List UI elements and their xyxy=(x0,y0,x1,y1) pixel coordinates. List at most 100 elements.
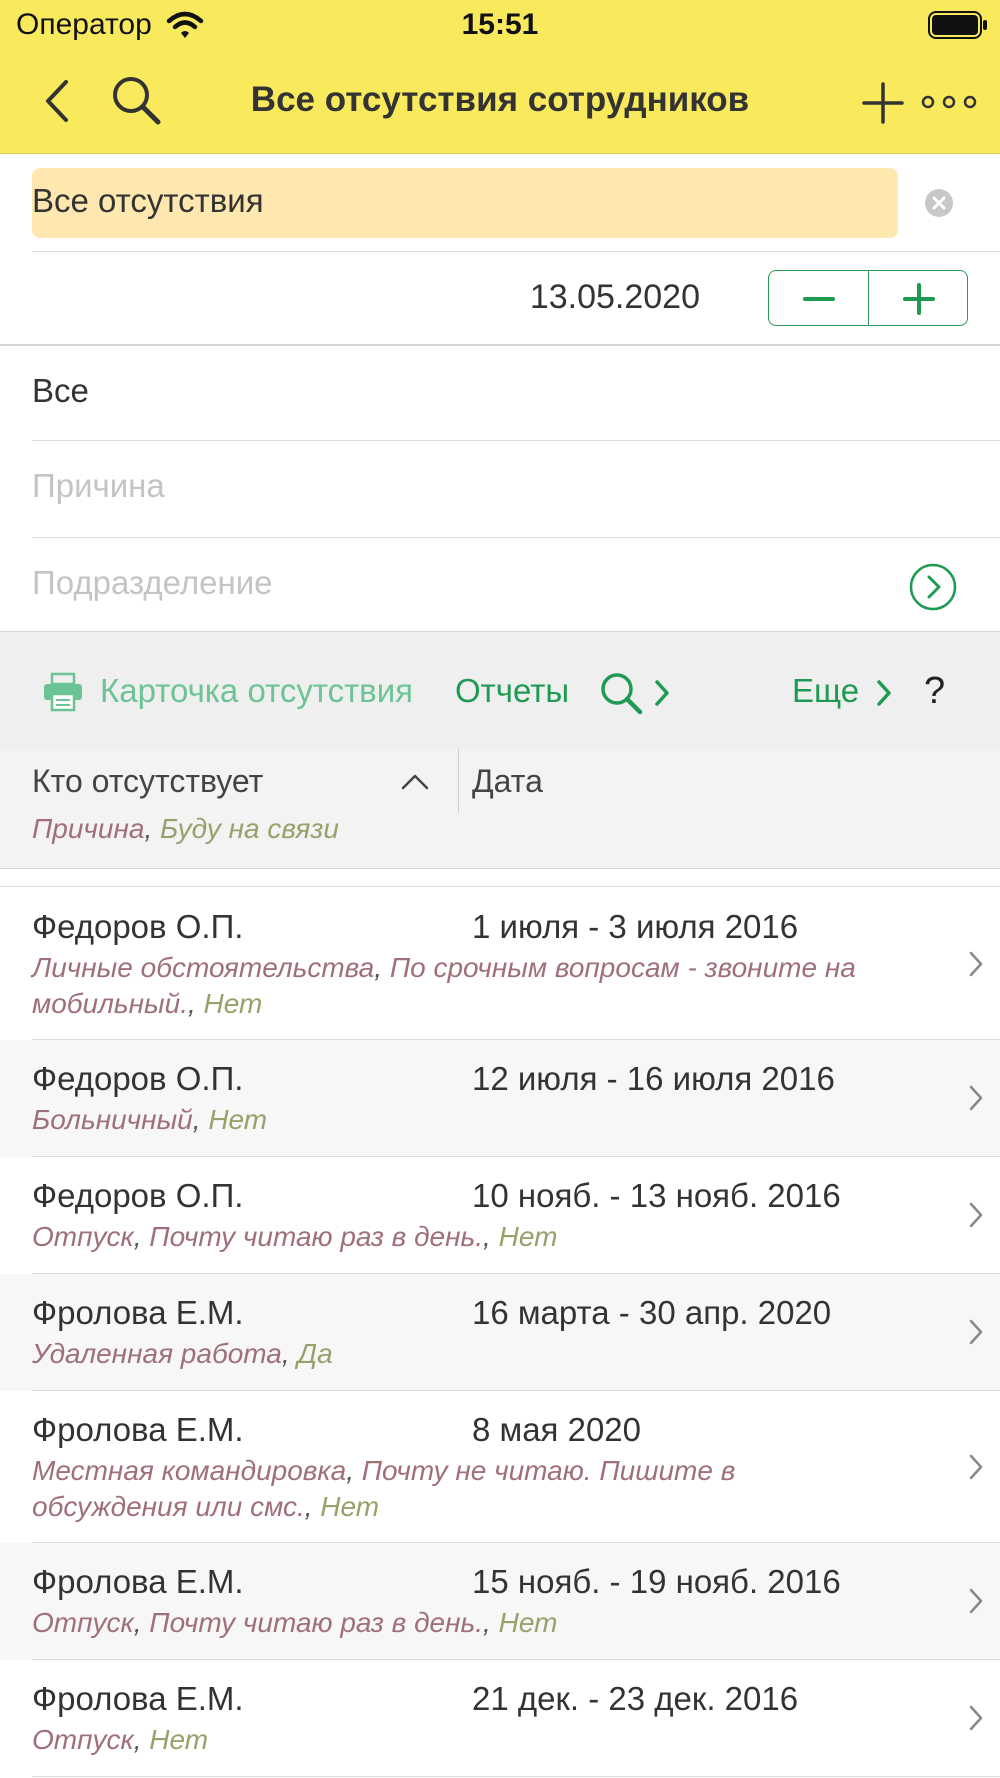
search-icon[interactable] xyxy=(110,74,162,126)
employee-name: Фролова Е.М. xyxy=(32,1411,244,1448)
reason-field[interactable]: Причина xyxy=(32,441,1000,537)
date-value[interactable]: 13.05.2020 xyxy=(460,278,700,317)
mode-value: Все xyxy=(32,372,89,409)
absence-period: 8 мая 2020 xyxy=(472,1411,642,1448)
absence-comment: Почту читаю раз в день. xyxy=(149,1221,484,1252)
absence-details: Местная командировка, Почту не читаю. Пи… xyxy=(32,1455,736,1522)
absence-reason: Отпуск xyxy=(32,1724,134,1755)
employee-name: Федоров О.П. xyxy=(32,1060,244,1097)
command-bar: Карточка отсутствия Отчеты Еще ? xyxy=(0,631,1000,749)
search-icon[interactable] xyxy=(598,670,644,716)
absence-list: Федоров О.П. 1 июля - 3 июля 2016 Личные… xyxy=(0,888,1000,1777)
open-department-icon[interactable] xyxy=(908,562,958,612)
available-flag: Нет xyxy=(208,1104,268,1135)
absence-details: Удаленная работа, Да xyxy=(32,1338,333,1369)
table-row[interactable]: Фролова Е.М. 21 дек. - 23 дек. 2016 Отпу… xyxy=(0,1660,1000,1777)
absence-details: Больничный, Нет xyxy=(32,1104,268,1135)
chevron-right-icon xyxy=(969,1202,983,1228)
absence-comment: По срочным вопросам - звоните на xyxy=(389,952,856,983)
available-flag: Нет xyxy=(498,1607,558,1638)
printer-icon xyxy=(44,672,82,712)
absence-period: 21 дек. - 23 дек. 2016 xyxy=(472,1680,799,1717)
available-flag: Нет xyxy=(320,1491,380,1522)
chevron-right-icon[interactable] xyxy=(874,678,894,708)
nav-bar: Все отсутствия сотрудников xyxy=(0,50,1000,154)
absence-reason: Местная командировка xyxy=(32,1455,347,1486)
absence-reason: Удаленная работа xyxy=(32,1338,282,1369)
table-row[interactable]: Федоров О.П. 1 июля - 3 июля 2016 Личные… xyxy=(0,888,1000,1040)
absence-details: Отпуск, Почту читаю раз в день., Нет xyxy=(32,1607,558,1638)
more-button[interactable]: Еще xyxy=(792,672,859,710)
status-time: 15:51 xyxy=(461,8,539,41)
absence-details: Отпуск, Почту читаю раз в день., Нет xyxy=(32,1221,558,1252)
chevron-right-icon xyxy=(969,1454,983,1480)
filter-field[interactable]: Все отсутствия xyxy=(32,168,898,238)
clear-icon[interactable] xyxy=(924,188,954,218)
absence-comment: Почту читаю раз в день. xyxy=(149,1607,484,1638)
absence-card-button[interactable]: Карточка отсутствия xyxy=(100,672,413,710)
department-field[interactable]: Подразделение xyxy=(32,538,1000,634)
top-header: Оператор 15:51 Все отсутствия сотруднико… xyxy=(0,0,1000,154)
chevron-right-icon xyxy=(969,951,983,977)
battery-icon xyxy=(928,11,987,39)
absence-details: Отпуск, Нет xyxy=(32,1724,209,1755)
employee-name: Фролова Е.М. xyxy=(32,1294,244,1331)
column-header-date[interactable]: Дата xyxy=(472,763,543,800)
reports-button[interactable]: Отчеты xyxy=(455,672,569,710)
divider xyxy=(32,251,1000,252)
table-header: Кто отсутствует Дата Причина, Буду на св… xyxy=(0,749,1000,869)
table-row[interactable]: Федоров О.П. 12 июля - 16 июля 2016 Боль… xyxy=(0,1040,1000,1157)
chevron-right-icon xyxy=(969,1705,983,1731)
table-row[interactable]: Фролова Е.М. 16 марта - 30 апр. 2020 Уда… xyxy=(0,1274,1000,1391)
column-divider xyxy=(458,749,459,813)
employee-name: Фролова Е.М. xyxy=(32,1563,244,1600)
absence-period: 15 нояб. - 19 нояб. 2016 xyxy=(472,1563,841,1600)
more-options-icon[interactable] xyxy=(920,94,978,110)
subheader-reason: Причина xyxy=(32,813,145,844)
chevron-right-icon xyxy=(969,1588,983,1614)
absence-period: 12 июля - 16 июля 2016 xyxy=(472,1060,835,1097)
divider xyxy=(0,886,1000,887)
available-flag: Да xyxy=(297,1338,333,1369)
subheader-comma: , xyxy=(144,813,161,844)
add-icon[interactable] xyxy=(862,82,904,124)
employee-name: Федоров О.П. xyxy=(32,908,244,945)
reason-placeholder: Причина xyxy=(32,467,165,504)
department-placeholder: Подразделение xyxy=(32,564,273,601)
absence-period: 10 нояб. - 13 нояб. 2016 xyxy=(472,1177,841,1214)
absence-details: Личные обстоятельства, По срочным вопрос… xyxy=(32,952,856,1019)
absence-comment-cont: мобильный. xyxy=(32,988,188,1019)
minus-icon xyxy=(803,297,835,301)
table-row[interactable]: Федоров О.П. 10 нояб. - 13 нояб. 2016 От… xyxy=(0,1157,1000,1274)
absence-comment: Почту не читаю. Пишите в xyxy=(361,1455,736,1486)
absence-reason: Отпуск xyxy=(32,1607,134,1638)
column-header-who[interactable]: Кто отсутствует xyxy=(32,763,263,800)
table-row[interactable]: Фролова Е.М. 15 нояб. - 19 нояб. 2016 От… xyxy=(0,1543,1000,1660)
available-flag: Нет xyxy=(498,1221,558,1252)
help-button[interactable]: ? xyxy=(924,670,945,713)
sort-ascending-icon[interactable] xyxy=(400,771,430,791)
chevron-right-icon xyxy=(969,1319,983,1345)
absence-reason: Отпуск xyxy=(32,1221,134,1252)
status-bar: Оператор 15:51 xyxy=(0,0,1000,50)
chevron-right-icon[interactable] xyxy=(652,678,672,708)
chevron-right-icon xyxy=(969,1085,983,1111)
absence-reason: Личные обстоятельства xyxy=(32,952,375,983)
absence-period: 1 июля - 3 июля 2016 xyxy=(472,908,799,945)
date-increment-button[interactable] xyxy=(869,271,967,325)
date-decrement-button[interactable] xyxy=(769,271,869,325)
back-icon[interactable] xyxy=(40,78,74,124)
absence-period: 16 марта - 30 апр. 2020 xyxy=(472,1294,832,1331)
mode-selector[interactable]: Все xyxy=(32,346,1000,442)
filter-value: Все отсутствия xyxy=(32,182,264,219)
table-row[interactable]: Фролова Е.М. 8 мая 2020 Местная командир… xyxy=(0,1391,1000,1543)
available-flag: Нет xyxy=(203,988,263,1019)
column-subheader: Причина, Буду на связи xyxy=(32,813,339,845)
subheader-available: Буду на связи xyxy=(160,813,339,844)
plus-icon xyxy=(903,283,935,315)
employee-name: Федоров О.П. xyxy=(32,1177,244,1214)
absence-reason: Больничный xyxy=(32,1104,193,1135)
divider xyxy=(32,1776,1000,1777)
available-flag: Нет xyxy=(149,1724,209,1755)
absence-comment-cont: обсуждения или смс. xyxy=(32,1491,305,1522)
